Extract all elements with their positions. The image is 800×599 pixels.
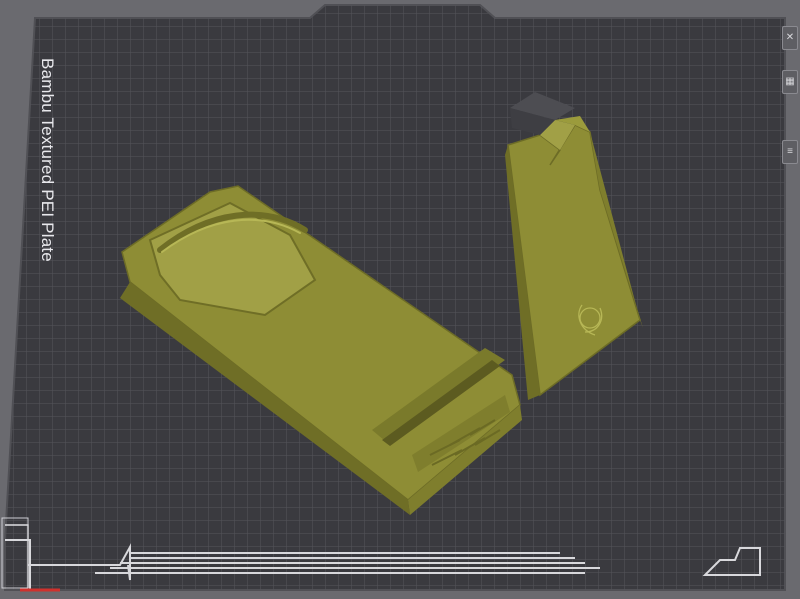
slider-handle-icon[interactable]: ≡ [782, 140, 798, 164]
3d-viewport[interactable] [0, 0, 800, 599]
grid-icon[interactable]: ▦ [782, 70, 798, 94]
plate-name-label: Bambu Textured PEI Plate [38, 58, 57, 262]
close-icon[interactable]: ✕ [782, 26, 798, 50]
